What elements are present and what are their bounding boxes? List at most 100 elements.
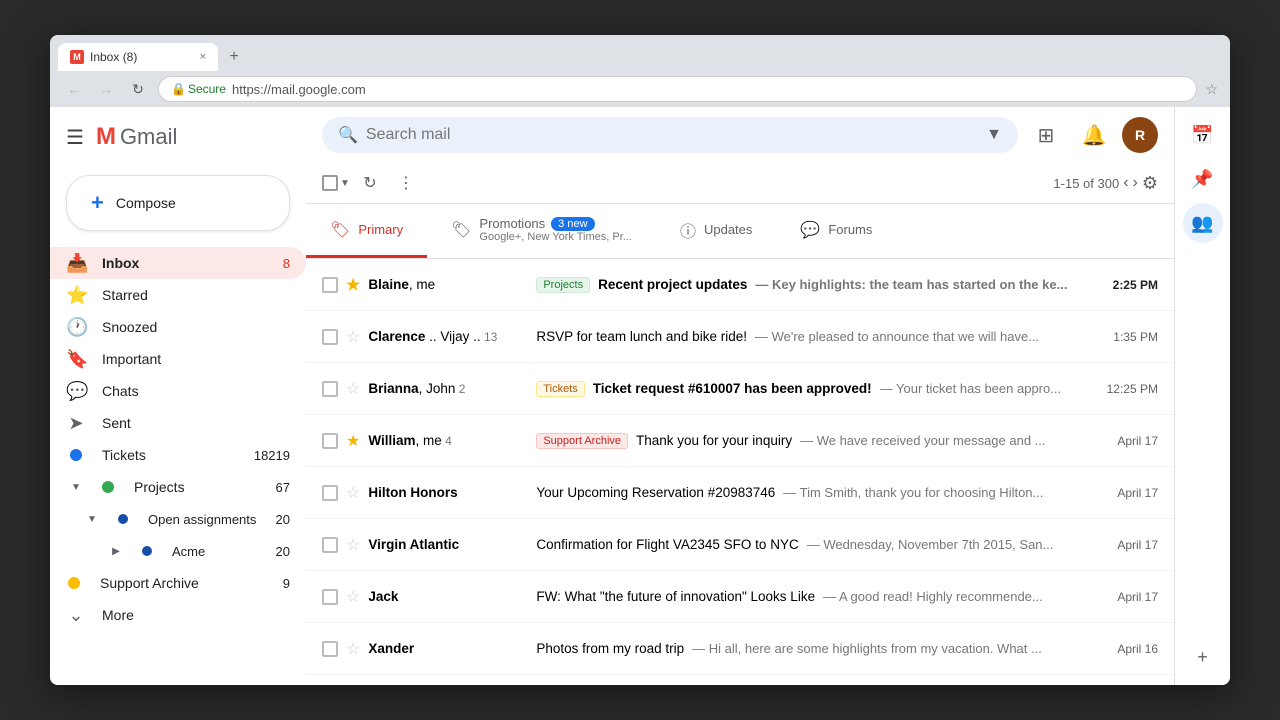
- hamburger-icon[interactable]: ☰: [66, 125, 84, 150]
- browser-tab[interactable]: M Inbox (8) ×: [58, 43, 218, 71]
- chats-icon: 💬: [66, 381, 86, 402]
- tab-close-button[interactable]: ×: [200, 51, 206, 63]
- tab-forums[interactable]: 💬 Forums: [776, 204, 896, 258]
- important-icon: 🔖: [66, 349, 86, 370]
- email-checkbox[interactable]: [322, 277, 338, 293]
- sender-name: Brianna, John 2: [368, 381, 528, 396]
- contacts-icon-button[interactable]: 👥: [1183, 203, 1223, 243]
- settings-icon-button[interactable]: ⚙: [1142, 173, 1158, 194]
- tab-primary[interactable]: 🏷 Primary: [306, 204, 427, 258]
- email-body: FW: What "the future of innovation" Look…: [536, 589, 1101, 604]
- sidebar-item-sent[interactable]: ➤ Sent: [50, 407, 306, 439]
- sidebar-item-open-assignments[interactable]: ▼ Open assignments 20: [50, 503, 306, 535]
- star-icon[interactable]: ☆: [346, 587, 360, 607]
- email-checkbox[interactable]: [322, 589, 338, 605]
- star-icon[interactable]: ☆: [346, 535, 360, 555]
- top-icons: ⊞ 🔔 R: [1026, 115, 1158, 155]
- projects-collapse-icon: ▼: [66, 482, 86, 493]
- email-subject: Your Upcoming Reservation #20983746: [536, 485, 775, 500]
- star-icon[interactable]: ☆: [346, 327, 360, 347]
- compose-label: Compose: [116, 195, 176, 211]
- tab-promotions[interactable]: 🏷 Promotions 3 new Google+, New York Tim…: [427, 204, 656, 258]
- forums-tab-label: Forums: [828, 222, 872, 237]
- select-all-checkbox[interactable]: [322, 175, 338, 191]
- sender-name: Jack: [368, 589, 528, 604]
- star-icon[interactable]: ☆: [346, 639, 360, 659]
- new-tab-button[interactable]: +: [222, 45, 246, 69]
- address-input[interactable]: 🔒 Secure https://mail.google.com: [158, 76, 1197, 102]
- sidebar-item-projects[interactable]: ▼ Projects 67: [50, 471, 306, 503]
- star-icon[interactable]: ☆: [346, 379, 360, 399]
- sidebar-item-inbox[interactable]: 📥 Inbox 8: [50, 247, 306, 279]
- star-icon[interactable]: ★: [346, 431, 360, 451]
- star-icon[interactable]: ★: [346, 275, 360, 295]
- star-icon[interactable]: ☆: [346, 483, 360, 503]
- more-options-button[interactable]: ⋮: [390, 167, 422, 199]
- sidebar-item-support-archive[interactable]: Support Archive 9: [50, 567, 306, 599]
- email-row[interactable]: ☆Richard, Matthew, me 3Product Strategy …: [306, 675, 1174, 685]
- sidebar-item-acme[interactable]: ▶ Acme 20: [50, 535, 306, 567]
- toolbar: ▼ ↻ ⋮ 1-15 of 300 ‹ › ⚙: [306, 163, 1174, 204]
- add-app-button[interactable]: +: [1183, 637, 1223, 677]
- email-row[interactable]: ☆Clarence .. Vijay .. 13RSVP for team lu…: [306, 311, 1174, 363]
- support-archive-badge: 9: [283, 576, 290, 591]
- tab-bar: M Inbox (8) × +: [50, 35, 1230, 71]
- primary-tab-label: Primary: [358, 222, 403, 237]
- lock-icon: 🔒: [171, 82, 186, 96]
- email-row[interactable]: ☆ Jack FW: What "the future of innovation"…: [306, 571, 1174, 623]
- tab-favicon: M: [70, 50, 84, 64]
- email-subject: Confirmation for Flight VA2345 SFO to NY…: [536, 537, 798, 552]
- email-row[interactable]: ★William, me 4Support ArchiveThank you f…: [306, 415, 1174, 467]
- email-checkbox[interactable]: [322, 329, 338, 345]
- email-row[interactable]: ☆Virgin AtlanticConfirmation for Flight …: [306, 519, 1174, 571]
- avatar[interactable]: R: [1122, 117, 1158, 153]
- bell-icon-button[interactable]: 🔔: [1074, 115, 1114, 155]
- primary-tab-icon: 🏷: [330, 220, 350, 240]
- search-box[interactable]: 🔍 Search mail ▼: [322, 117, 1018, 153]
- email-subject: Photos from my road trip: [536, 641, 684, 656]
- acme-label: Acme: [172, 544, 260, 559]
- email-checkbox[interactable]: [322, 537, 338, 553]
- email-checkbox[interactable]: [322, 485, 338, 501]
- email-row[interactable]: ☆Brianna, John 2TicketsTicket request #6…: [306, 363, 1174, 415]
- sidebar-item-snoozed[interactable]: 🕐 Snoozed: [50, 311, 306, 343]
- sidebar-item-tickets[interactable]: Tickets 18219: [50, 439, 306, 471]
- inbox-icon: 📥: [66, 253, 86, 274]
- sidebar-item-chats[interactable]: 💬 Chats: [50, 375, 306, 407]
- bookmark-button[interactable]: ☆: [1205, 81, 1218, 98]
- select-dropdown-icon[interactable]: ▼: [340, 178, 350, 189]
- sidebar-item-more[interactable]: ⌄ More: [50, 599, 306, 631]
- updates-tab-icon: ⓘ: [680, 218, 696, 242]
- email-row[interactable]: ☆Hilton HonorsYour Upcoming Reservation …: [306, 467, 1174, 519]
- tab-updates[interactable]: ⓘ Updates: [656, 204, 776, 258]
- email-checkbox[interactable]: [322, 433, 338, 449]
- back-button[interactable]: ←: [62, 77, 86, 101]
- refresh-button[interactable]: ↻: [126, 77, 150, 101]
- more-label: More: [102, 607, 290, 623]
- compose-button[interactable]: + Compose: [66, 175, 290, 231]
- sender-name: William, me 4: [368, 433, 528, 448]
- calendar-icon-button[interactable]: 📅: [1183, 115, 1223, 155]
- projects-dot-icon: [102, 481, 114, 493]
- forward-button[interactable]: →: [94, 77, 118, 101]
- select-all-container[interactable]: ▼: [322, 175, 350, 191]
- search-dropdown-icon[interactable]: ▼: [986, 126, 1002, 144]
- refresh-button[interactable]: ↻: [354, 167, 386, 199]
- support-archive-label: Support Archive: [100, 575, 267, 591]
- email-checkbox[interactable]: [322, 381, 338, 397]
- email-checkbox[interactable]: [322, 641, 338, 657]
- email-preview: — A good read! Highly recommende...: [823, 589, 1101, 604]
- email-tag: Projects: [536, 277, 590, 293]
- email-time: April 17: [1117, 538, 1158, 552]
- projects-badge: 67: [276, 480, 290, 495]
- email-preview: — Tim Smith, thank you for choosing Hilt…: [783, 485, 1101, 500]
- email-time: April 17: [1117, 590, 1158, 604]
- sidebar-item-starred[interactable]: ⭐ Starred: [50, 279, 306, 311]
- prev-page-button[interactable]: ‹: [1123, 174, 1128, 192]
- email-row[interactable]: ★Blaine, meProjectsRecent project update…: [306, 259, 1174, 311]
- email-row[interactable]: ☆XanderPhotos from my road trip — Hi all…: [306, 623, 1174, 675]
- keep-icon-button[interactable]: 📌: [1183, 159, 1223, 199]
- next-page-button[interactable]: ›: [1133, 174, 1138, 192]
- apps-icon-button[interactable]: ⊞: [1026, 115, 1066, 155]
- sidebar-item-important[interactable]: 🔖 Important: [50, 343, 306, 375]
